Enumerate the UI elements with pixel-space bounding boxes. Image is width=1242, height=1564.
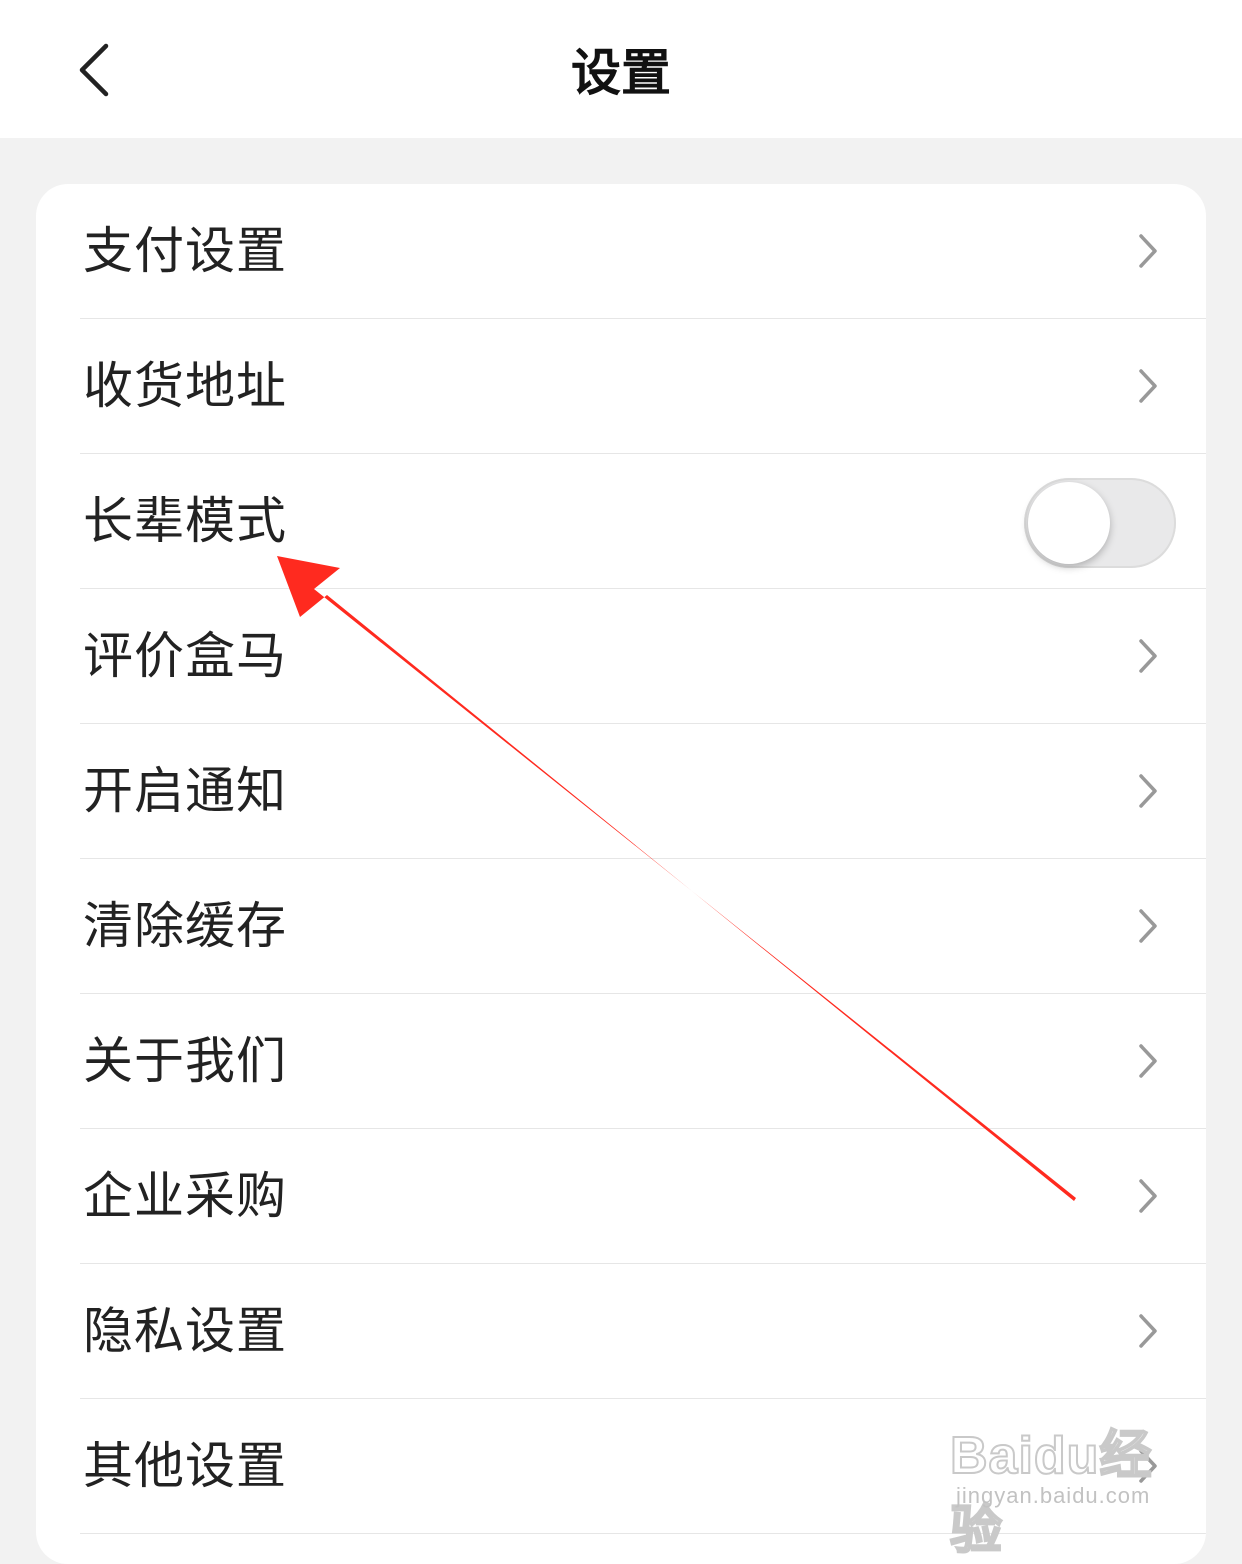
- settings-item-elder-mode: 长辈模式: [36, 454, 1206, 589]
- settings-item-label: 隐私设置: [83, 1302, 287, 1360]
- chevron-right-icon: [1132, 906, 1162, 946]
- settings-list: 支付设置 收货地址 长辈模式 评价盒马 开启通知 清除缓存 关于我们 企业采购 …: [36, 184, 1206, 1564]
- settings-item-other[interactable]: 其他设置: [36, 1399, 1206, 1534]
- settings-item-privacy[interactable]: 隐私设置: [36, 1264, 1206, 1399]
- settings-item-label: 支付设置: [83, 222, 287, 280]
- settings-item-label: 开启通知: [83, 762, 287, 820]
- elder-mode-toggle[interactable]: [1024, 478, 1176, 568]
- chevron-right-icon: [1132, 636, 1162, 676]
- chevron-right-icon: [1132, 231, 1162, 271]
- settings-item-label: 关于我们: [83, 1032, 287, 1090]
- chevron-right-icon: [1132, 1041, 1162, 1081]
- settings-item-label: 收货地址: [83, 357, 287, 415]
- settings-item-clear-cache[interactable]: 清除缓存: [36, 859, 1206, 994]
- chevron-right-icon: [1132, 1311, 1162, 1351]
- settings-item-label: 长辈模式: [83, 492, 287, 550]
- settings-item-label: 其他设置: [83, 1437, 287, 1495]
- toggle-knob: [1028, 482, 1110, 564]
- chevron-right-icon: [1132, 366, 1162, 406]
- nav-bar: 设置: [0, 0, 1242, 138]
- chevron-right-icon: [1132, 771, 1162, 811]
- settings-item-enterprise[interactable]: 企业采购: [36, 1129, 1206, 1264]
- chevron-right-icon: [1132, 1176, 1162, 1216]
- settings-item-payment[interactable]: 支付设置: [36, 184, 1206, 319]
- settings-item-notifications[interactable]: 开启通知: [36, 724, 1206, 859]
- settings-item-label: 清除缓存: [83, 897, 287, 955]
- settings-item-address[interactable]: 收货地址: [36, 319, 1206, 454]
- settings-item-label: 评价盒马: [83, 627, 287, 685]
- settings-item-label: 企业采购: [83, 1167, 287, 1225]
- settings-item-about-us[interactable]: 关于我们: [36, 994, 1206, 1129]
- settings-item-rate-app[interactable]: 评价盒马: [36, 589, 1206, 724]
- page-title: 设置: [571, 44, 671, 102]
- chevron-right-icon: [1132, 1446, 1162, 1486]
